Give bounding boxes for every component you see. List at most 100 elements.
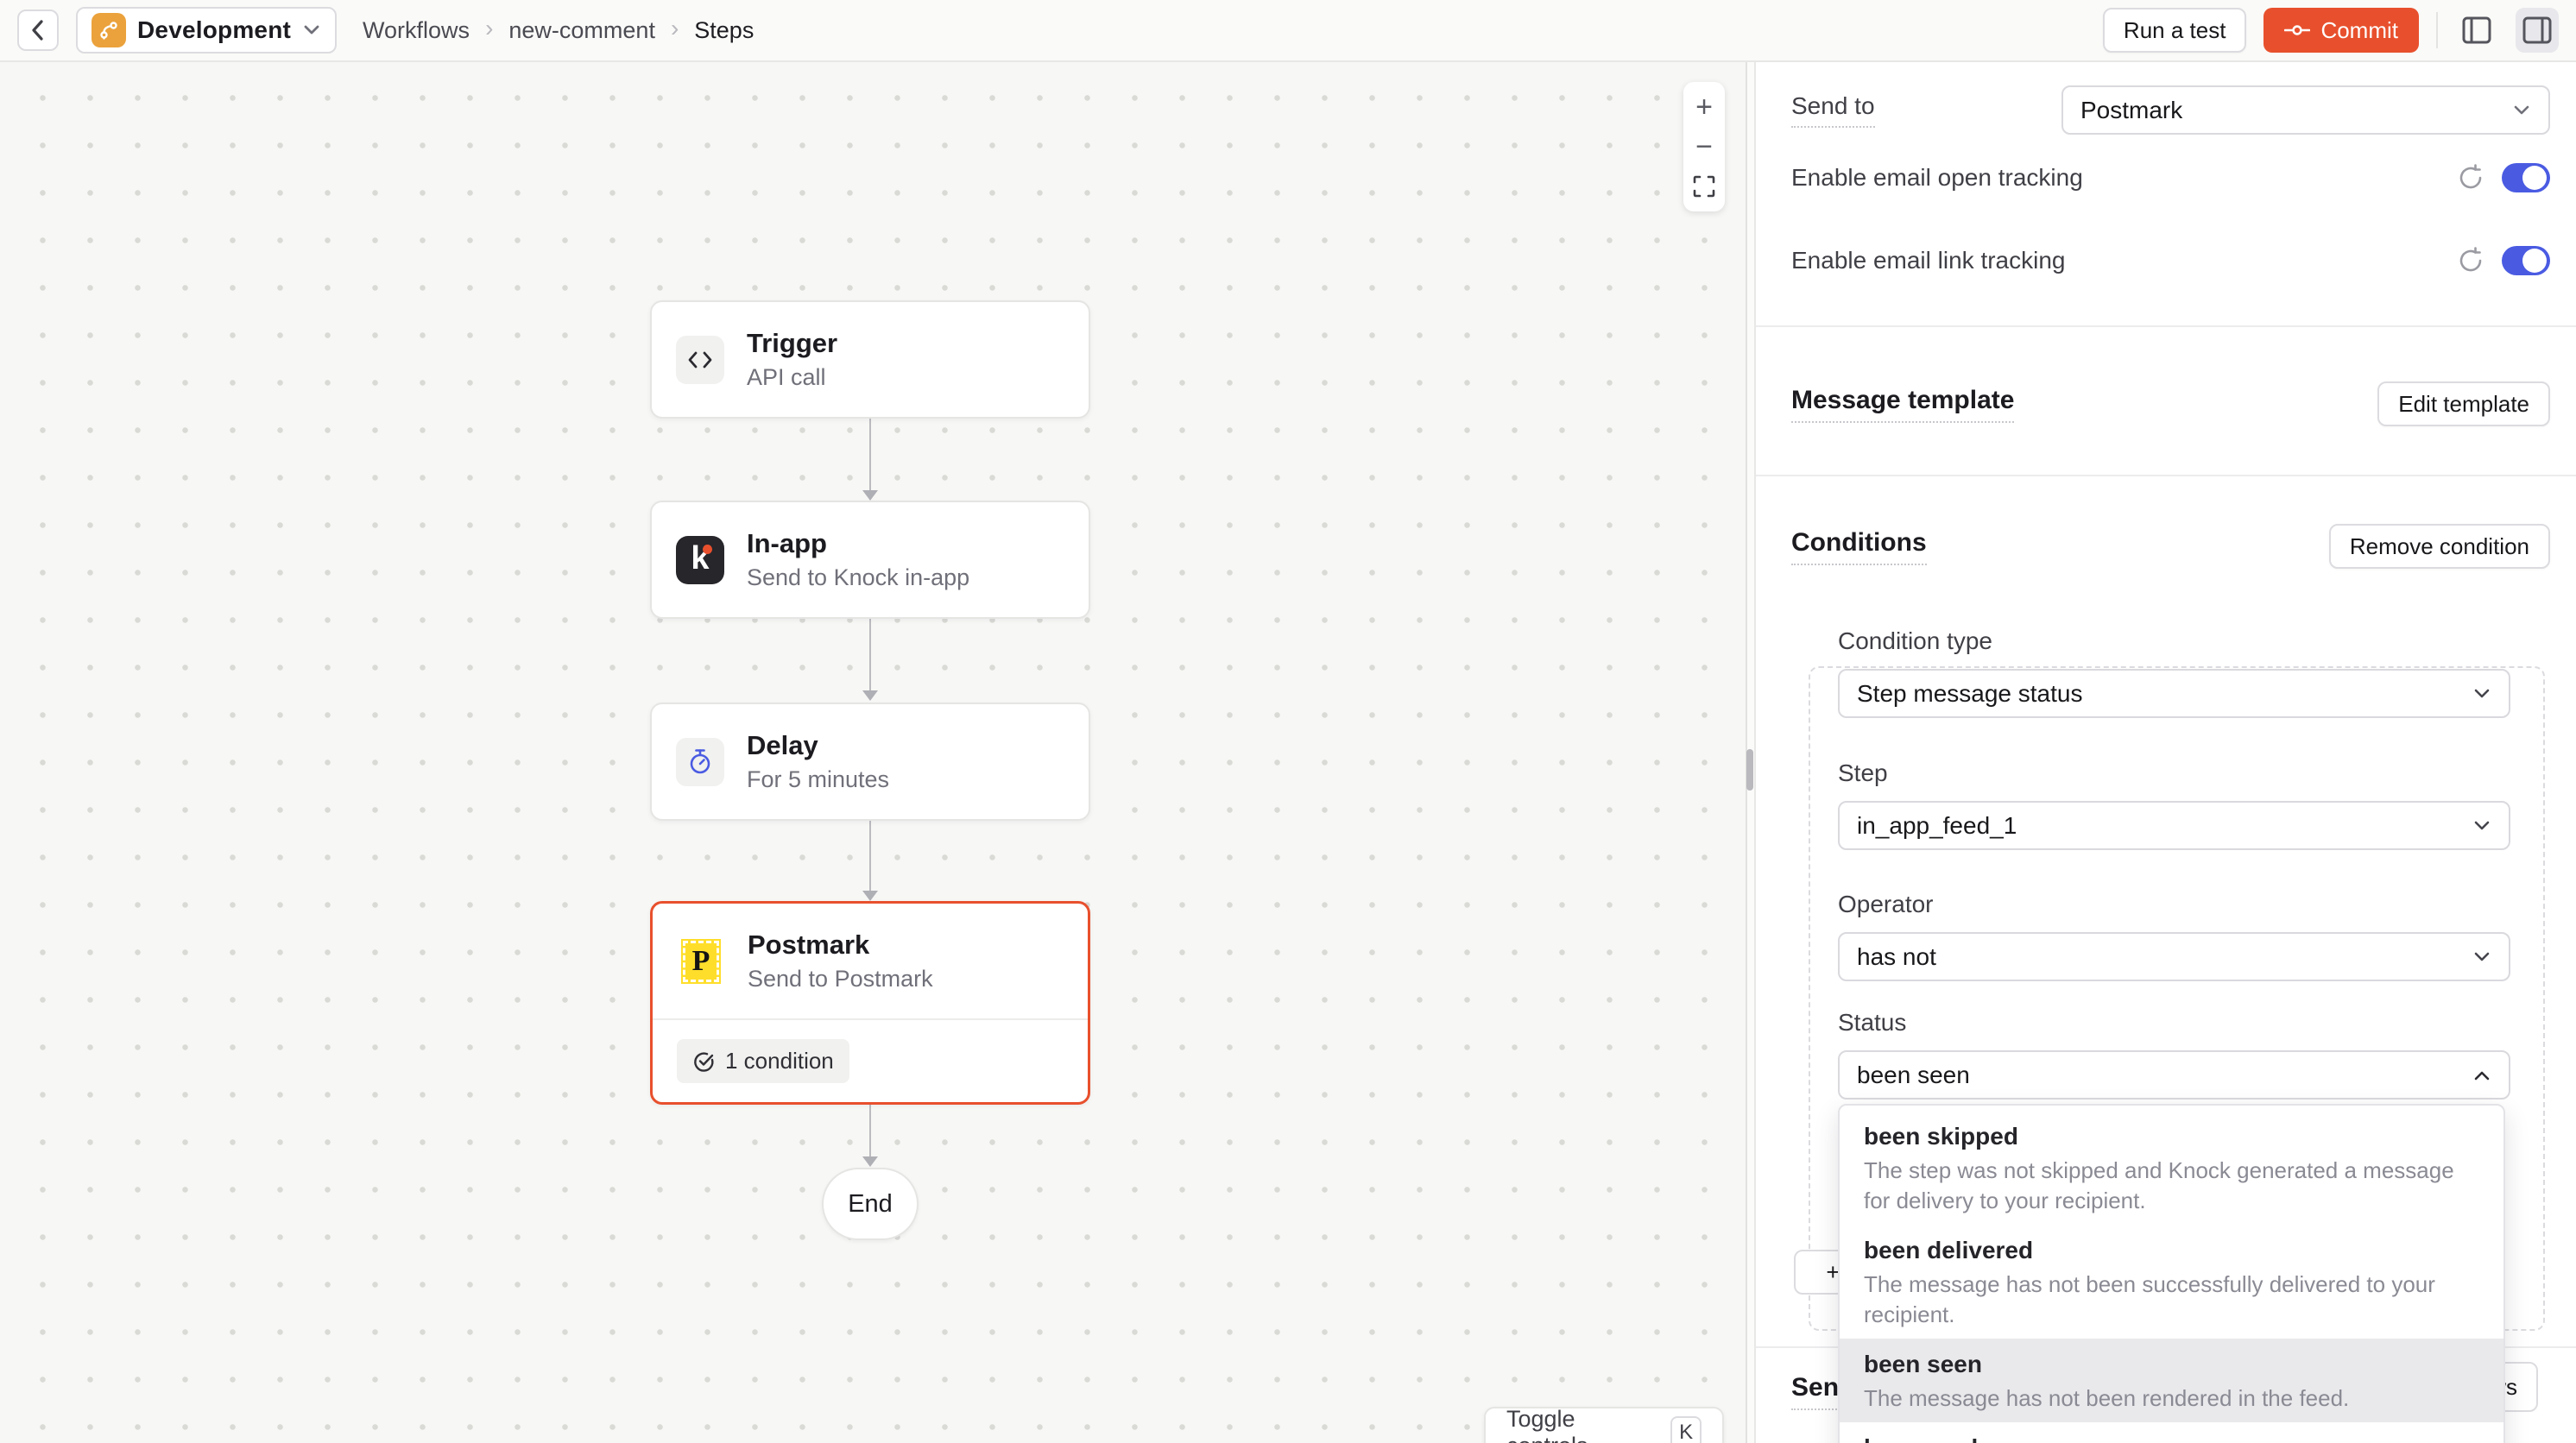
- step-select[interactable]: in_app_feed_1: [1838, 801, 2510, 850]
- link-tracking-label: Enable email link tracking: [1791, 247, 2066, 274]
- toggle-right-panel-button[interactable]: [2516, 8, 2559, 53]
- node-postmark-main: P Postmark Send to Postmark: [653, 904, 1088, 1018]
- code-icon: [676, 336, 724, 384]
- toggle-left-panel-button[interactable]: [2455, 8, 2498, 53]
- option-description: The step was not skipped and Knock gener…: [1864, 1156, 2479, 1216]
- condition-type-value: Step message status: [1857, 680, 2082, 708]
- commit-icon: [2284, 22, 2310, 38]
- option-title: been delivered: [1864, 1235, 2479, 1266]
- condition-count-badge: 1 condition: [677, 1039, 849, 1083]
- back-chevron-icon: [28, 17, 47, 43]
- topbar-right: Run a test Commit: [2103, 8, 2559, 53]
- option-description: The message has not been successfully de…: [1864, 1270, 2479, 1330]
- operator-select[interactable]: has not: [1838, 932, 2510, 981]
- breadcrumb-workflow-name[interactable]: new-comment: [508, 17, 655, 44]
- chevron-down-icon: [2472, 820, 2491, 832]
- check-circle-icon: [692, 1050, 715, 1073]
- node-delay-titles: Delay For 5 minutes: [747, 730, 889, 793]
- breadcrumb-workflows[interactable]: Workflows: [363, 17, 470, 44]
- section-divider: [1756, 325, 2576, 327]
- node-in-app-titles: In-app Send to Knock in-app: [747, 528, 969, 591]
- chevron-down-icon: [2472, 688, 2491, 700]
- option-title: been read: [1864, 1433, 2479, 1443]
- zoom-in-button[interactable]: +: [1683, 87, 1725, 127]
- remove-condition-button[interactable]: Remove condition: [2329, 524, 2550, 569]
- link-tracking-toggle[interactable]: [2502, 246, 2550, 275]
- knock-dot: [703, 545, 712, 554]
- dropdown-option-been-read[interactable]: been read: [1840, 1422, 2503, 1443]
- step-field: Step in_app_feed_1: [1838, 759, 2510, 850]
- chevron-down-icon: [2472, 951, 2491, 963]
- edge-inapp-delay: [869, 608, 871, 690]
- node-delay[interactable]: Delay For 5 minutes: [650, 703, 1090, 821]
- topbar-left: Development Workflows › new-comment › St…: [17, 7, 754, 54]
- node-in-app[interactable]: k In-app Send to Knock in-app: [650, 501, 1090, 619]
- panel-resize-grip[interactable]: [1746, 749, 1753, 791]
- edit-template-button[interactable]: Edit template: [2377, 381, 2550, 426]
- commit-button[interactable]: Commit: [2263, 8, 2419, 53]
- node-delay-main: Delay For 5 minutes: [652, 704, 1089, 819]
- dropdown-option-been-skipped[interactable]: been skipped The step was not skipped an…: [1840, 1111, 2503, 1225]
- send-to-label: Send to: [1791, 92, 1875, 128]
- run-test-button[interactable]: Run a test: [2103, 8, 2247, 53]
- edge-arrowhead-icon: [862, 1156, 878, 1167]
- chevron-up-icon: [2472, 1069, 2491, 1081]
- chevron-down-icon: [302, 24, 321, 36]
- zoom-out-button[interactable]: −: [1683, 127, 1725, 167]
- stopwatch-icon: [676, 738, 724, 786]
- toggle-knob: [2522, 249, 2547, 273]
- node-trigger-main: Trigger API call: [652, 302, 1089, 417]
- fit-view-button[interactable]: [1683, 167, 1725, 206]
- node-postmark[interactable]: P Postmark Send to Postmark 1 condition: [650, 901, 1090, 1105]
- knock-logo-icon: k: [676, 536, 724, 584]
- send-to-value: Postmark: [2080, 97, 2182, 124]
- operator-label: Operator: [1838, 891, 2510, 918]
- edge-arrowhead-icon: [862, 891, 878, 901]
- toggle-controls-bar[interactable]: Toggle controls K: [1484, 1407, 1724, 1443]
- option-title: been seen: [1864, 1349, 2479, 1380]
- dropdown-option-been-delivered[interactable]: been delivered The message has not been …: [1840, 1225, 2503, 1339]
- environment-name: Development: [137, 16, 291, 44]
- status-label: Status: [1838, 1009, 2510, 1037]
- workflow-builder-app: Development Workflows › new-comment › St…: [0, 0, 2576, 1443]
- node-end[interactable]: End: [822, 1168, 919, 1240]
- back-button[interactable]: [17, 9, 59, 51]
- conditions-label: Conditions: [1791, 528, 1927, 565]
- send-to-select[interactable]: Postmark: [2061, 85, 2550, 135]
- open-tracking-toggle[interactable]: [2502, 163, 2550, 192]
- topbar: Development Workflows › new-comment › St…: [0, 0, 2576, 62]
- reset-sync-icon[interactable]: [2457, 247, 2484, 274]
- postmark-letter: P: [681, 939, 721, 984]
- step-label: Step: [1838, 759, 2510, 787]
- workflow-canvas[interactable]: Trigger API call k In-app Send to Knock …: [0, 62, 1746, 1443]
- condition-type-field: Condition type Step message status: [1838, 627, 2510, 718]
- topbar-divider: [2436, 12, 2438, 48]
- message-template-label: Message template: [1791, 386, 2014, 423]
- condition-type-select[interactable]: Step message status: [1838, 669, 2510, 718]
- node-postmark-titles: Postmark Send to Postmark: [748, 929, 933, 992]
- condition-type-label: Condition type: [1838, 627, 2510, 655]
- edge-arrowhead-icon: [862, 490, 878, 501]
- node-title: Postmark: [748, 929, 933, 961]
- edge-arrowhead-icon: [862, 690, 878, 701]
- message-template-row: Message template Edit template: [1791, 381, 2550, 426]
- node-trigger[interactable]: Trigger API call: [650, 300, 1090, 419]
- postmark-stamp-icon: P: [677, 937, 725, 986]
- fullscreen-icon: [1692, 174, 1716, 198]
- right-panel-icon: [2521, 15, 2554, 46]
- edge-trigger-inapp: [869, 407, 871, 490]
- node-subtitle: API call: [747, 364, 837, 391]
- reset-sync-icon[interactable]: [2457, 164, 2484, 192]
- node-subtitle: Send to Knock in-app: [747, 564, 969, 591]
- toggle-controls-label: Toggle controls: [1506, 1406, 1653, 1443]
- link-tracking-row: Enable email link tracking: [1791, 246, 2550, 275]
- canvas-zoom-controls: + −: [1683, 82, 1725, 211]
- status-value: been seen: [1857, 1062, 1970, 1089]
- condition-count-label: 1 condition: [725, 1048, 834, 1074]
- status-select[interactable]: been seen: [1838, 1050, 2510, 1100]
- node-divider: [653, 1018, 1088, 1020]
- environment-selector[interactable]: Development: [76, 7, 337, 54]
- node-in-app-main: k In-app Send to Knock in-app: [652, 502, 1089, 617]
- dropdown-option-been-seen[interactable]: been seen The message has not been rende…: [1840, 1339, 2503, 1422]
- chevron-down-icon: [2512, 104, 2531, 117]
